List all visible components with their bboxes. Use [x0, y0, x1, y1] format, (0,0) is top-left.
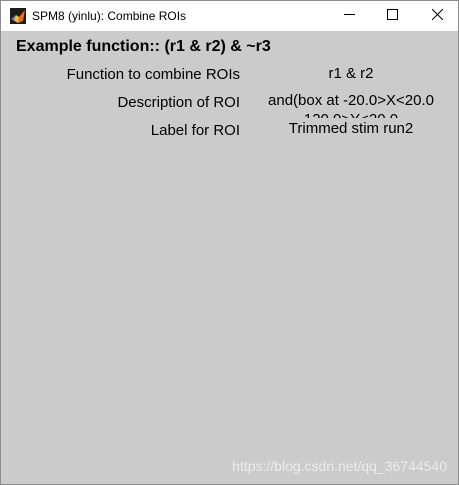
watermark: https://blog.csdn.net/qq_36744540 [232, 458, 447, 474]
example-function-heading: Example function:: (r1 & r2) & ~r3 [16, 38, 271, 55]
description-line: and(box at -20.0>X<20.0 [268, 92, 434, 109]
window-title: SPM8 (yinlu): Combine ROIs [32, 9, 187, 23]
title-bar[interactable]: SPM8 (yinlu): Combine ROIs [1, 1, 458, 31]
minimize-button[interactable] [326, 1, 372, 31]
function-input[interactable] [256, 62, 446, 84]
roi-label-label: Label for ROI [150, 122, 240, 139]
function-label: Function to combine ROIs [66, 66, 240, 83]
description-label: Description of ROI [117, 94, 240, 111]
close-icon [431, 7, 443, 25]
matlab-icon [10, 8, 26, 24]
description-input[interactable]: and(box at -20.0>X<20.0 120.0>Y<20.0 [256, 91, 446, 118]
minimize-icon [343, 7, 355, 25]
close-button[interactable] [414, 1, 459, 31]
roi-label-input[interactable] [256, 117, 446, 139]
maximize-icon [386, 7, 398, 25]
maximize-button[interactable] [369, 1, 415, 31]
combine-rois-window: SPM8 (yinlu): Combine ROIs Example funct… [0, 0, 459, 485]
